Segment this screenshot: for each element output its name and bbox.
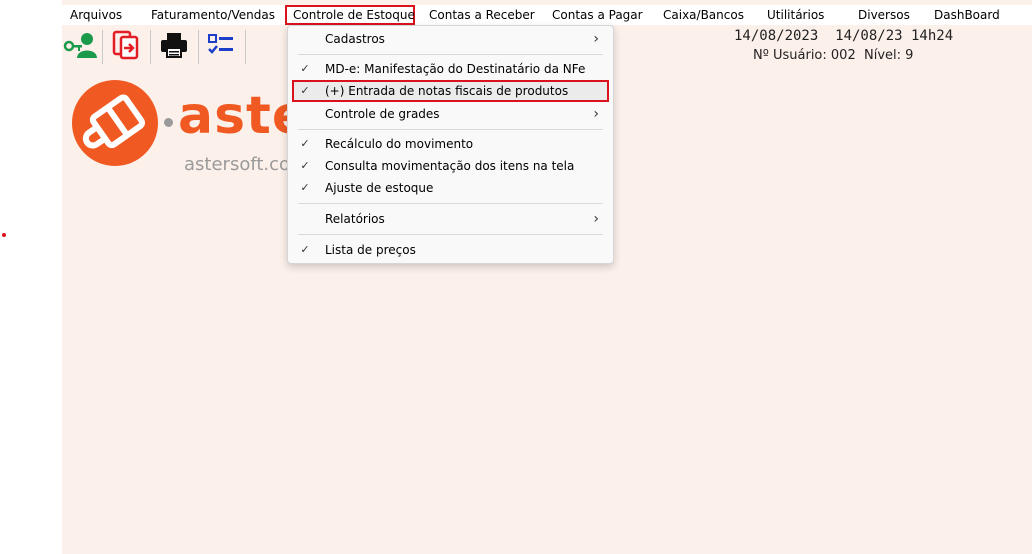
toolbar-divider [198,30,199,64]
check-icon: ✓ [300,62,310,75]
toolbar-divider [150,30,151,64]
check-icon: ✓ [300,181,310,194]
chevron-right-icon: › [593,211,599,227]
exit-door-icon [112,30,140,63]
printer-icon [160,31,188,62]
logo-dot [164,118,173,127]
exit-button[interactable] [108,30,144,62]
toolbar-divider [245,30,246,64]
menu-bar: Arquivos Faturamento/Vendas Controle de … [62,5,1032,25]
menu-controle-de-estoque[interactable]: Controle de Estoque [285,5,415,25]
menu-item-entrada-notas-fiscais[interactable]: ✓ (+) Entrada de notas fiscais de produt… [292,80,609,102]
chevron-right-icon: › [593,106,599,122]
chevron-right-icon: › [593,31,599,47]
menu-item-recalculo-movimento[interactable]: ✓ Recálculo do movimento [292,133,609,155]
checklist-icon [207,32,235,61]
menu-divider [298,54,603,55]
checklist-button[interactable] [203,30,239,62]
date-display: 14/08/2023 14/08/23 14h24 [734,28,954,44]
user-key-icon [63,32,97,61]
check-icon: ✓ [300,243,310,256]
check-icon: ✓ [300,159,310,172]
menu-item-label: Controle de grades [325,107,440,121]
menu-item-label: Relatórios [325,212,385,226]
menu-item-label: Ajuste de estoque [325,181,434,195]
menu-diversos[interactable]: Diversos [850,5,918,25]
toolbar-divider [102,30,103,64]
menu-contas-a-receber[interactable]: Contas a Receber [421,5,543,25]
menu-item-label: Lista de preços [325,243,416,257]
user-level-display: Nº Usuário: 002 Nível: 9 [753,48,914,63]
menu-faturamento-vendas[interactable]: Faturamento/Vendas [143,5,283,25]
menu-item-cadastros[interactable]: Cadastros › [292,28,609,50]
menu-item-relatorios[interactable]: Relatórios › [292,208,609,230]
astersoft-logo-icon [72,80,158,166]
menu-utilitarios[interactable]: Utilitários [759,5,832,25]
menu-contas-a-pagar[interactable]: Contas a Pagar [544,5,651,25]
menu-item-label: Recálculo do movimento [325,137,474,151]
menu-item-controle-de-grades[interactable]: Controle de grades › [292,103,609,125]
menu-dashboard[interactable]: DashBoard [926,5,1008,25]
menu-item-label: (+) Entrada de notas fiscais de produtos [325,84,569,98]
menu-divider [298,203,603,204]
menu-item-lista-de-precos[interactable]: ✓ Lista de preços [292,239,609,261]
menu-item-label: MD-e: Manifestação do Destinatário da NF… [325,62,586,76]
menu-arquivos[interactable]: Arquivos [62,5,130,25]
menu-divider [298,129,603,130]
user-key-button[interactable] [62,30,98,62]
print-button[interactable] [156,30,192,62]
controle-estoque-dropdown: Cadastros › ✓ MD-e: Manifestação do Dest… [287,25,614,264]
menu-item-label: Cadastros [325,32,385,46]
menu-caixa-bancos[interactable]: Caixa/Bancos [655,5,752,25]
marker-dot [2,233,6,237]
menu-item-mde-manifestacao[interactable]: ✓ MD-e: Manifestação do Destinatário da … [292,58,609,80]
logo-url: astersoft.co [184,154,291,175]
menu-item-label: Consulta movimentação dos itens na tela [325,159,575,173]
check-icon: ✓ [300,84,310,97]
menu-item-ajuste-de-estoque[interactable]: ✓ Ajuste de estoque [292,177,609,199]
check-icon: ✓ [300,137,310,150]
menu-divider [298,234,603,235]
menu-item-consulta-movimentacao[interactable]: ✓ Consulta movimentação dos itens na tel… [292,155,609,177]
